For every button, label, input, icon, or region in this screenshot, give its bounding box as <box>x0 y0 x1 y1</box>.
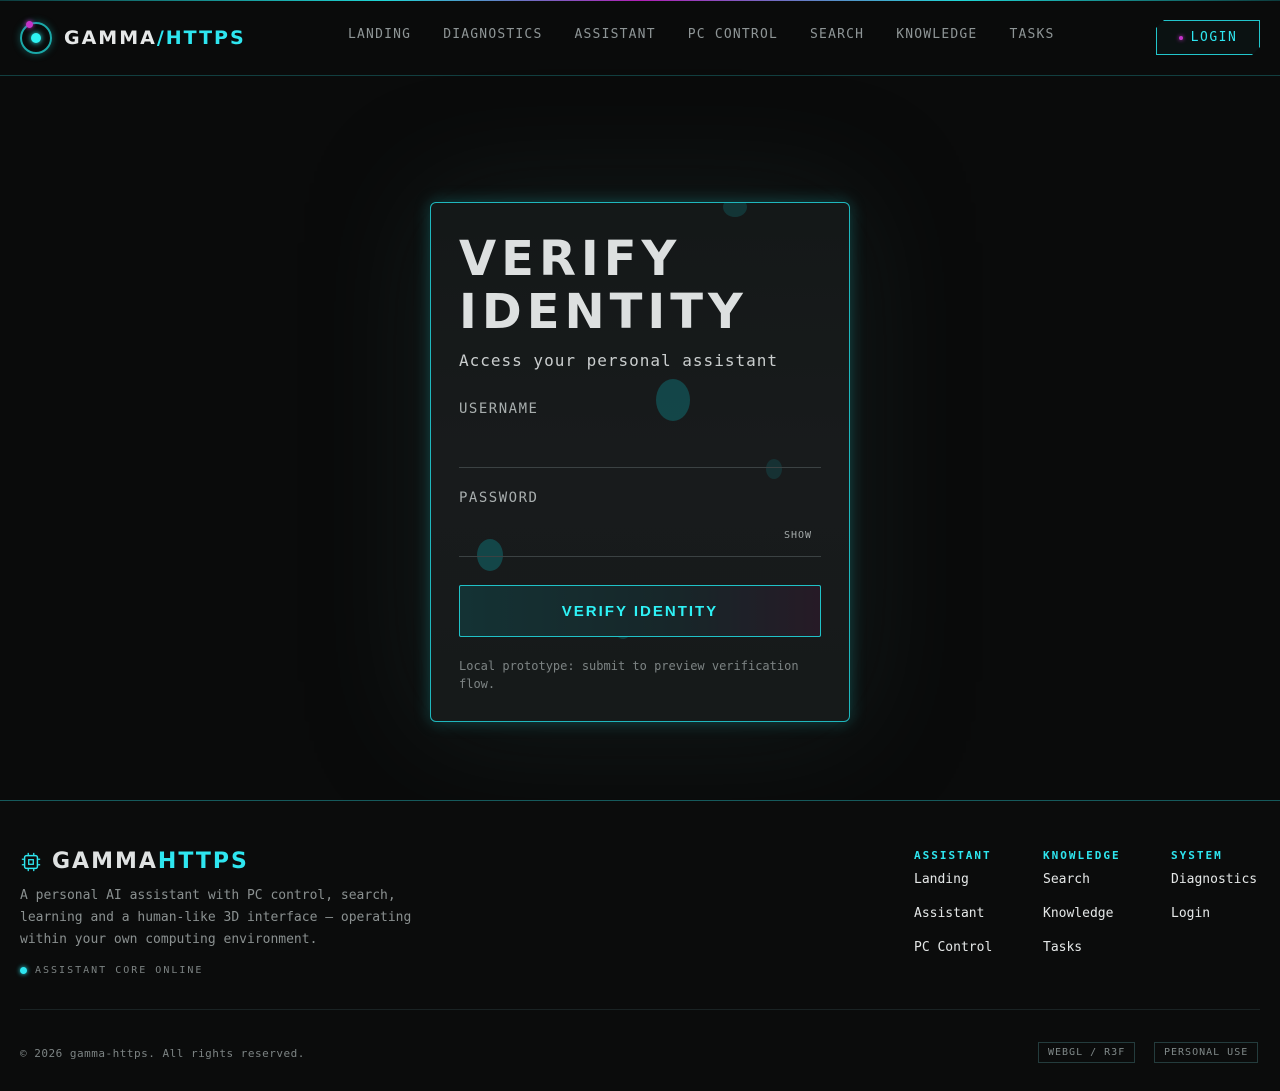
tag-personal-use: PERSONAL USE <box>1154 1042 1259 1063</box>
footer-brand[interactable]: GAMMAHTTPS <box>20 849 249 874</box>
login-label: LOGIN <box>1190 30 1238 45</box>
login-button[interactable]: LOGIN <box>1156 20 1260 55</box>
copyright-text: © 2026 gamma-https. All rights reserved. <box>20 1047 305 1060</box>
nav-item-knowledge[interactable]: KNOWLEDGE <box>896 27 977 42</box>
footer-column-heading: ASSISTANT <box>914 849 992 862</box>
footer-column-system: SYSTEM Diagnostics Login <box>1171 849 1257 940</box>
nav-item-diagnostics[interactable]: DIAGNOSTICS <box>443 27 542 42</box>
footer-column-heading: KNOWLEDGE <box>1043 849 1121 862</box>
verify-identity-button[interactable]: VERIFY IDENTITY <box>459 585 821 637</box>
main-nav: LANDING DIAGNOSTICS ASSISTANT PC CONTROL… <box>348 27 1087 42</box>
nav-item-assistant[interactable]: ASSISTANT <box>574 27 655 42</box>
footer-link-login[interactable]: Login <box>1171 906 1257 940</box>
status-text: ASSISTANT CORE ONLINE <box>35 965 204 976</box>
footer-link-assistant[interactable]: Assistant <box>914 906 992 940</box>
username-label: USERNAME <box>459 401 539 417</box>
brand-logo[interactable]: GAMMA/HTTPS <box>20 21 246 54</box>
footer-column-knowledge: KNOWLEDGE Search Knowledge Tasks <box>1043 849 1121 974</box>
site-footer: GAMMAHTTPS A personal AI assistant with … <box>0 800 1280 1091</box>
prototype-note: Local prototype: submit to preview verif… <box>459 659 799 691</box>
card-subtitle: Access your personal assistant <box>459 351 778 370</box>
password-label: PASSWORD <box>459 490 539 506</box>
footer-link-pc-control[interactable]: PC Control <box>914 940 992 974</box>
footer-column-heading: SYSTEM <box>1171 849 1223 862</box>
footer-link-search[interactable]: Search <box>1043 872 1121 906</box>
nav-item-pc-control[interactable]: PC CONTROL <box>688 27 778 42</box>
nav-item-search[interactable]: SEARCH <box>810 27 864 42</box>
card-title: VERIFY IDENTITY <box>459 231 748 340</box>
username-input[interactable] <box>459 428 821 468</box>
verify-identity-card: VERIFY IDENTITY Access your personal assi… <box>430 202 850 722</box>
password-input[interactable] <box>459 517 821 557</box>
site-header: GAMMA/HTTPS LANDING DIAGNOSTICS ASSISTAN… <box>0 1 1280 76</box>
tag-webgl: WEBGL / R3F <box>1038 1042 1136 1063</box>
logo-orb-icon <box>20 21 52 54</box>
footer-link-knowledge[interactable]: Knowledge <box>1043 906 1121 940</box>
login-dot-icon <box>1179 36 1183 40</box>
ambient-blob <box>723 203 747 217</box>
status-indicator: ASSISTANT CORE ONLINE <box>20 965 203 976</box>
chip-icon <box>21 852 41 871</box>
footer-link-tasks[interactable]: Tasks <box>1043 940 1121 974</box>
footer-divider <box>20 1009 1260 1010</box>
brand-name: GAMMA/HTTPS <box>64 27 246 49</box>
footer-column-assistant: ASSISTANT Landing Assistant PC Control <box>914 849 992 974</box>
ambient-blob <box>656 379 690 421</box>
footer-description: A personal AI assistant with PC control,… <box>20 888 412 947</box>
status-dot-icon <box>20 967 27 974</box>
footer-link-landing[interactable]: Landing <box>914 872 992 906</box>
footer-link-diagnostics[interactable]: Diagnostics <box>1171 872 1257 906</box>
nav-item-tasks[interactable]: TASKS <box>1009 27 1054 42</box>
footer-brand-name: GAMMAHTTPS <box>52 849 249 874</box>
nav-item-landing[interactable]: LANDING <box>348 27 411 42</box>
show-password-toggle[interactable]: SHOW <box>784 530 812 541</box>
